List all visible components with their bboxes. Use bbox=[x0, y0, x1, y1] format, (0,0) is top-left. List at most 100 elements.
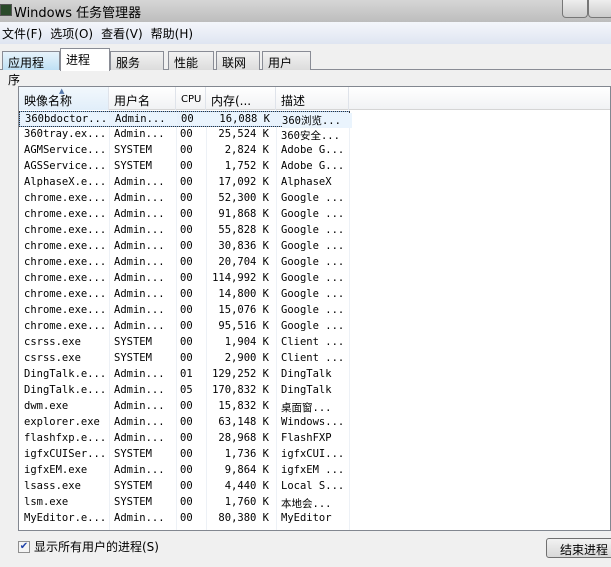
cpu-cell: 00 bbox=[180, 448, 193, 460]
table-row[interactable]: lsm.exe SYSTEM 00 1,760 K 本地会... bbox=[19, 495, 610, 511]
description-cell: Google ... bbox=[281, 304, 345, 316]
table-row[interactable]: AGSService... SYSTEM 00 1,752 K Adobe G... bbox=[19, 159, 610, 175]
memory-cell: 15,832 K bbox=[218, 400, 269, 412]
table-row[interactable]: flashfxp.e... Admin... 00 28,968 K FlashFXP bbox=[19, 431, 610, 447]
table-row[interactable]: chrome.exe... Admin... 00 55,828 K Google ..… bbox=[19, 223, 610, 239]
table-row[interactable]: DingTalk.e... Admin... 01 129,252 K DingTalk bbox=[19, 367, 610, 383]
table-row[interactable]: igfxEM.exe Admin... 00 9,864 K igfxEM ... bbox=[19, 463, 610, 479]
table-row[interactable]: chrome.exe... Admin... 00 20,704 K Google ..… bbox=[19, 255, 610, 271]
user-name-cell: Admin... bbox=[114, 368, 165, 380]
tab-networking[interactable]: 联网 bbox=[216, 51, 260, 70]
process-list[interactable]: ▲ 映像名称 用户名 CPU 内存(... 描述 360bdoctor... Adm… bbox=[18, 86, 611, 531]
user-name-cell: Admin... bbox=[114, 256, 165, 268]
user-name-cell: Admin... bbox=[114, 304, 165, 316]
column-memory[interactable]: 内存(... bbox=[206, 87, 276, 110]
table-row[interactable]: chrome.exe... Admin... 00 91,868 K Google ..… bbox=[19, 207, 610, 223]
table-row[interactable]: DingTalk.e... Admin... 05 170,832 K DingTalk bbox=[19, 383, 610, 399]
user-name-cell: Admin... bbox=[114, 208, 165, 220]
description-cell: Adobe G... bbox=[281, 160, 345, 172]
tab-performance[interactable]: 性能 bbox=[168, 51, 214, 70]
minimize-button[interactable] bbox=[562, 0, 588, 18]
cpu-cell: 00 bbox=[180, 224, 193, 236]
table-row[interactable]: igfxCUISer... SYSTEM 00 1,736 K igfxCUI... bbox=[19, 447, 610, 463]
maximize-button[interactable] bbox=[588, 0, 611, 18]
memory-cell: 28,968 K bbox=[218, 432, 269, 444]
description-cell: Google ... bbox=[281, 272, 345, 284]
image-name-cell: DingTalk.e... bbox=[24, 368, 107, 380]
description-cell: igfxEM ... bbox=[281, 464, 345, 476]
column-image-name[interactable]: ▲ 映像名称 bbox=[19, 87, 109, 110]
description-cell: Google ... bbox=[281, 240, 345, 252]
user-name-cell: Admin... bbox=[114, 416, 165, 428]
description-cell: 本地会... bbox=[281, 498, 332, 510]
table-row[interactable]: chrome.exe... Admin... 00 95,516 K Google ..… bbox=[19, 319, 610, 335]
tab-applications[interactable]: 应用程序 bbox=[2, 51, 60, 87]
memory-cell: 1,760 K bbox=[224, 496, 269, 508]
table-row[interactable]: explorer.exe Admin... 00 63,148 K Windows... bbox=[19, 415, 610, 431]
table-row[interactable]: chrome.exe... Admin... 00 30,836 K Google ..… bbox=[19, 239, 610, 255]
cpu-cell: 00 bbox=[180, 272, 193, 284]
memory-cell: 2,824 K bbox=[224, 144, 269, 156]
description-cell: MyEditor bbox=[281, 512, 332, 524]
menu-help[interactable]: 帮助(H) bbox=[149, 22, 199, 44]
checkmark-icon[interactable]: ✔ bbox=[18, 540, 30, 553]
cpu-cell: 00 bbox=[180, 256, 193, 268]
column-header-row: ▲ 映像名称 用户名 CPU 内存(... 描述 bbox=[19, 87, 610, 110]
image-name-cell: chrome.exe... bbox=[24, 288, 107, 300]
memory-cell: 63,148 K bbox=[218, 416, 269, 428]
cpu-cell: 00 bbox=[180, 416, 193, 428]
tab-services[interactable]: 服务 bbox=[110, 51, 164, 70]
menu-file[interactable]: 文件(F) bbox=[0, 22, 48, 44]
memory-cell: 1,752 K bbox=[224, 160, 269, 172]
column-label: 映像名称 bbox=[24, 94, 73, 108]
table-row[interactable]: AGMService... SYSTEM 00 2,824 K Adobe G... bbox=[19, 143, 610, 159]
table-row[interactable]: chrome.exe... Admin... 00 14,800 K Google ..… bbox=[19, 287, 610, 303]
cpu-cell: 00 bbox=[180, 480, 193, 492]
table-row[interactable]: MyEditor.e... Admin... 00 80,380 K MyEditor bbox=[19, 511, 610, 527]
user-name-cell: Admin... bbox=[114, 384, 165, 396]
table-row[interactable]: chrome.exe... Admin... 00 15,076 K Google ..… bbox=[19, 303, 610, 319]
cpu-cell: 00 bbox=[180, 128, 193, 140]
cpu-cell: 00 bbox=[180, 464, 193, 476]
table-row[interactable]: dwm.exe Admin... 00 15,832 K 桌面窗... bbox=[19, 399, 610, 415]
table-row[interactable]: 360tray.ex... Admin... 00 25,524 K 360安全... bbox=[19, 127, 610, 143]
cpu-cell: 00 bbox=[180, 512, 193, 524]
memory-cell: 20,704 K bbox=[218, 256, 269, 268]
description-cell: 桌面窗... bbox=[281, 402, 332, 414]
memory-cell: 170,832 K bbox=[212, 384, 269, 396]
table-row[interactable]: csrss.exe SYSTEM 00 1,904 K Client ... bbox=[19, 335, 610, 351]
image-name-cell: 360tray.ex... bbox=[24, 128, 107, 140]
image-name-cell: chrome.exe... bbox=[24, 256, 107, 268]
table-row[interactable]: AlphaseX.e... Admin... 00 17,092 K AlphaseX bbox=[19, 175, 610, 191]
user-name-cell: Admin... bbox=[114, 192, 165, 204]
description-cell: Google ... bbox=[281, 256, 345, 268]
image-name-cell: MyEditor.e... bbox=[24, 512, 107, 524]
menu-view[interactable]: 查看(V) bbox=[99, 22, 149, 44]
cpu-cell: 00 bbox=[180, 400, 193, 412]
column-user-name[interactable]: 用户名 bbox=[109, 87, 176, 110]
table-row[interactable]: chrome.exe... Admin... 00 52,300 K Google ..… bbox=[19, 191, 610, 207]
user-name-cell: Admin... bbox=[114, 176, 165, 188]
description-cell: Adobe G... bbox=[281, 144, 345, 156]
tab-users[interactable]: 用户 bbox=[262, 51, 311, 70]
show-all-users-checkbox[interactable]: ✔ 显示所有用户的进程(S) bbox=[18, 538, 159, 555]
description-cell: AlphaseX bbox=[281, 176, 332, 188]
user-name-cell: Admin... bbox=[114, 240, 165, 252]
table-row[interactable]: csrss.exe SYSTEM 00 2,900 K Client ... bbox=[19, 351, 610, 367]
table-row[interactable]: lsass.exe SYSTEM 00 4,440 K Local S... bbox=[19, 479, 610, 495]
description-cell: Google ... bbox=[281, 208, 345, 220]
cpu-cell: 00 bbox=[180, 192, 193, 204]
description-cell: 360浏览... bbox=[282, 113, 352, 128]
memory-cell: 9,864 K bbox=[224, 464, 269, 476]
menu-options[interactable]: 选项(O) bbox=[48, 22, 99, 44]
end-process-button[interactable]: 结束进程 bbox=[546, 538, 611, 558]
memory-cell: 30,836 K bbox=[218, 240, 269, 252]
table-row[interactable]: chrome.exe... Admin... 00 114,992 K Google .… bbox=[19, 271, 610, 287]
column-description[interactable]: 描述 bbox=[276, 87, 349, 110]
image-name-cell: csrss.exe bbox=[24, 352, 81, 364]
column-cpu[interactable]: CPU bbox=[176, 87, 206, 110]
table-row[interactable]: 360bdoctor... Admin... 00 16,088 K 360浏览... bbox=[19, 111, 352, 128]
user-name-cell: SYSTEM bbox=[114, 336, 152, 348]
cpu-cell: 00 bbox=[180, 288, 193, 300]
tab-processes[interactable]: 进程 bbox=[60, 48, 110, 71]
